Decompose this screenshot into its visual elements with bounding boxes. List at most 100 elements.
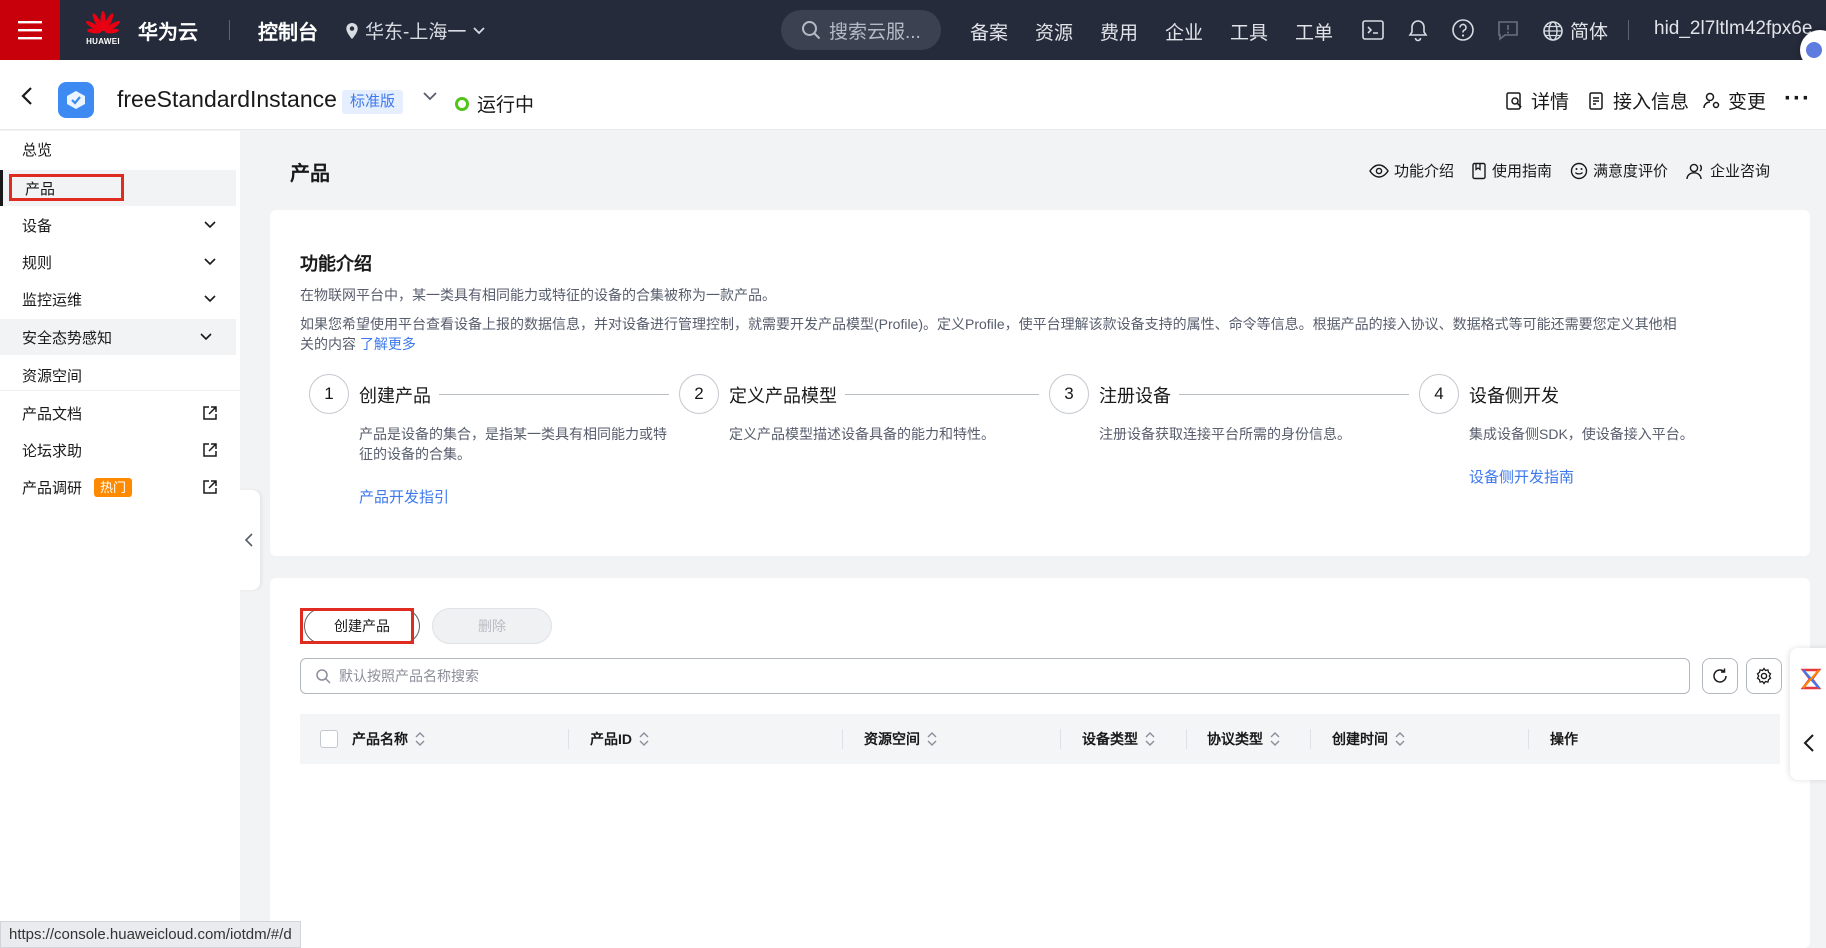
column-header-resource-space[interactable]: 资源空间	[864, 714, 938, 764]
hamburger-menu-button[interactable]	[0, 0, 60, 60]
sidebar-item-label: 产品	[25, 180, 56, 198]
delete-button[interactable]: 删除	[432, 608, 552, 644]
chevron-left-icon[interactable]	[1802, 732, 1816, 754]
console-link[interactable]: 控制台	[258, 16, 318, 45]
sort-icon	[414, 731, 426, 747]
sidebar-item-survey[interactable]: 产品调研 热门	[0, 469, 240, 505]
nav-link-tools[interactable]: 工具	[1230, 18, 1268, 45]
document-icon	[1587, 91, 1607, 111]
column-label: 操作	[1550, 731, 1578, 747]
instance-status: 运行中	[455, 90, 534, 117]
divider	[229, 20, 230, 40]
change-button[interactable]: 变更	[1702, 87, 1766, 114]
access-info-label: 接入信息	[1613, 92, 1690, 113]
nav-link-billing[interactable]: 费用	[1100, 18, 1138, 45]
create-product-button[interactable]: 创建产品	[304, 608, 420, 644]
external-link-icon	[202, 479, 218, 499]
divider	[1528, 729, 1529, 749]
divider	[1060, 729, 1061, 749]
location-pin-icon	[345, 22, 359, 40]
column-header-protocol-type[interactable]: 协议类型	[1207, 714, 1281, 764]
feedback-icon[interactable]	[1495, 17, 1521, 43]
column-header-operation: 操作	[1550, 714, 1578, 764]
enterprise-consult-label: 企业咨询	[1710, 163, 1771, 180]
column-header-device-type[interactable]: 设备类型	[1082, 714, 1156, 764]
global-search[interactable]: 搜索云服...	[781, 10, 941, 50]
feature-intro-link[interactable]: 功能介绍	[1369, 160, 1454, 181]
refresh-button[interactable]	[1702, 658, 1738, 694]
divider	[0, 390, 240, 391]
user-guide-label: 使用指南	[1492, 163, 1553, 180]
intro-text-3-body: 关的内容	[300, 336, 356, 352]
sidebar-item-monitoring[interactable]: 监控运维	[0, 281, 240, 317]
user-menu[interactable]: hid_2l7ltlm42fpx6e	[1654, 18, 1812, 40]
intro-text-2: 如果您希望使用平台查看设备上报的数据信息，并对设备进行管理控制，就需要开发产品模…	[300, 316, 1677, 332]
nav-link-tickets[interactable]: 工单	[1295, 18, 1333, 45]
sidebar-item-docs[interactable]: 产品文档	[0, 395, 240, 431]
device-dev-guide-link[interactable]: 设备侧开发指南	[1469, 466, 1574, 487]
browser-status-url: https://console.huaweicloud.com/iotdm/#/…	[0, 921, 301, 948]
divider	[1186, 729, 1187, 749]
column-header-product-name[interactable]: 产品名称	[352, 714, 426, 764]
external-link-icon	[202, 405, 218, 425]
sidebar-item-label: 产品调研	[22, 479, 83, 497]
more-options-icon[interactable]: ···	[1784, 85, 1811, 113]
region-selector[interactable]: 华东-上海一	[345, 17, 486, 44]
column-header-product-id[interactable]: 产品ID	[590, 714, 650, 764]
chevron-down-icon	[472, 26, 486, 36]
column-label: 设备类型	[1082, 731, 1138, 747]
sidebar-item-devices[interactable]: 设备	[0, 207, 240, 243]
satisfaction-label: 满意度评价	[1593, 163, 1669, 180]
intro-text-1: 在物联网平台中，某一类具有相同能力或特征的设备的合集被称为一款产品。	[300, 287, 776, 303]
sidebar-item-forum[interactable]: 论坛求助	[0, 432, 240, 468]
sidebar-item-security[interactable]: 安全态势感知	[0, 319, 236, 355]
chevron-left-icon	[244, 532, 254, 548]
step-number: 3	[1049, 374, 1089, 414]
learn-more-link[interactable]: 了解更多	[360, 336, 416, 352]
ai-assistant-icon[interactable]	[1798, 666, 1824, 692]
sidebar-item-products[interactable]: 产品	[0, 170, 236, 206]
nav-link-enterprise[interactable]: 企业	[1165, 18, 1203, 45]
step-desc: 定义产品模型描述设备具备的能力和特性。	[729, 426, 995, 442]
language-selector[interactable]: 简体	[1542, 17, 1608, 44]
sidebar-item-label: 规则	[22, 254, 53, 272]
brand-name[interactable]: 华为云	[138, 16, 198, 45]
divider	[842, 729, 843, 749]
step-title: 定义产品模型	[729, 386, 837, 406]
status-label: 运行中	[477, 95, 535, 116]
sidebar-item-resource-space[interactable]: 资源空间	[0, 357, 240, 393]
huawei-logo[interactable]: HUAWEI	[84, 10, 122, 52]
sidebar-item-overview[interactable]: 总览	[0, 131, 240, 167]
eye-icon	[1369, 163, 1389, 179]
help-icon[interactable]	[1450, 17, 1476, 43]
access-info-button[interactable]: 接入信息	[1587, 87, 1689, 114]
bell-icon[interactable]	[1405, 17, 1431, 43]
instance-switch-chevron-icon[interactable]	[422, 90, 438, 102]
settings-button[interactable]	[1746, 658, 1782, 694]
step-desc: 注册设备获取连接平台所需的身份信息。	[1099, 426, 1351, 442]
divider	[568, 729, 569, 749]
enterprise-consult-link[interactable]: 企业咨询	[1685, 160, 1770, 181]
sidebar-collapse-button[interactable]	[238, 490, 260, 590]
column-header-created-time[interactable]: 创建时间	[1332, 714, 1406, 764]
nav-link-resources[interactable]: 资源	[1035, 18, 1073, 45]
product-search-input[interactable]: 默认按照产品名称搜索	[300, 658, 1690, 694]
sidebar-item-rules[interactable]: 规则	[0, 244, 240, 280]
sort-icon	[638, 731, 650, 747]
step-title: 注册设备	[1099, 386, 1171, 406]
step-connector	[439, 394, 669, 395]
details-label: 详情	[1531, 92, 1570, 113]
back-arrow-icon[interactable]	[18, 85, 38, 107]
satisfaction-link[interactable]: 满意度评价	[1570, 160, 1668, 181]
top-navbar: HUAWEI 华为云 控制台 华东-上海一 搜索云服... 备案 资源 费用 企…	[0, 0, 1826, 70]
nav-link-filing[interactable]: 备案	[970, 18, 1008, 45]
select-all-checkbox[interactable]	[320, 730, 338, 748]
step-connector	[845, 394, 1039, 395]
terminal-icon[interactable]	[1360, 17, 1386, 43]
product-dev-guide-link[interactable]: 产品开发指引	[359, 486, 449, 507]
page-title: 产品	[290, 163, 330, 185]
details-button[interactable]: 详情	[1505, 87, 1569, 114]
sort-icon	[926, 731, 938, 747]
chevron-down-icon	[202, 254, 218, 274]
user-guide-link[interactable]: 使用指南	[1471, 160, 1552, 181]
